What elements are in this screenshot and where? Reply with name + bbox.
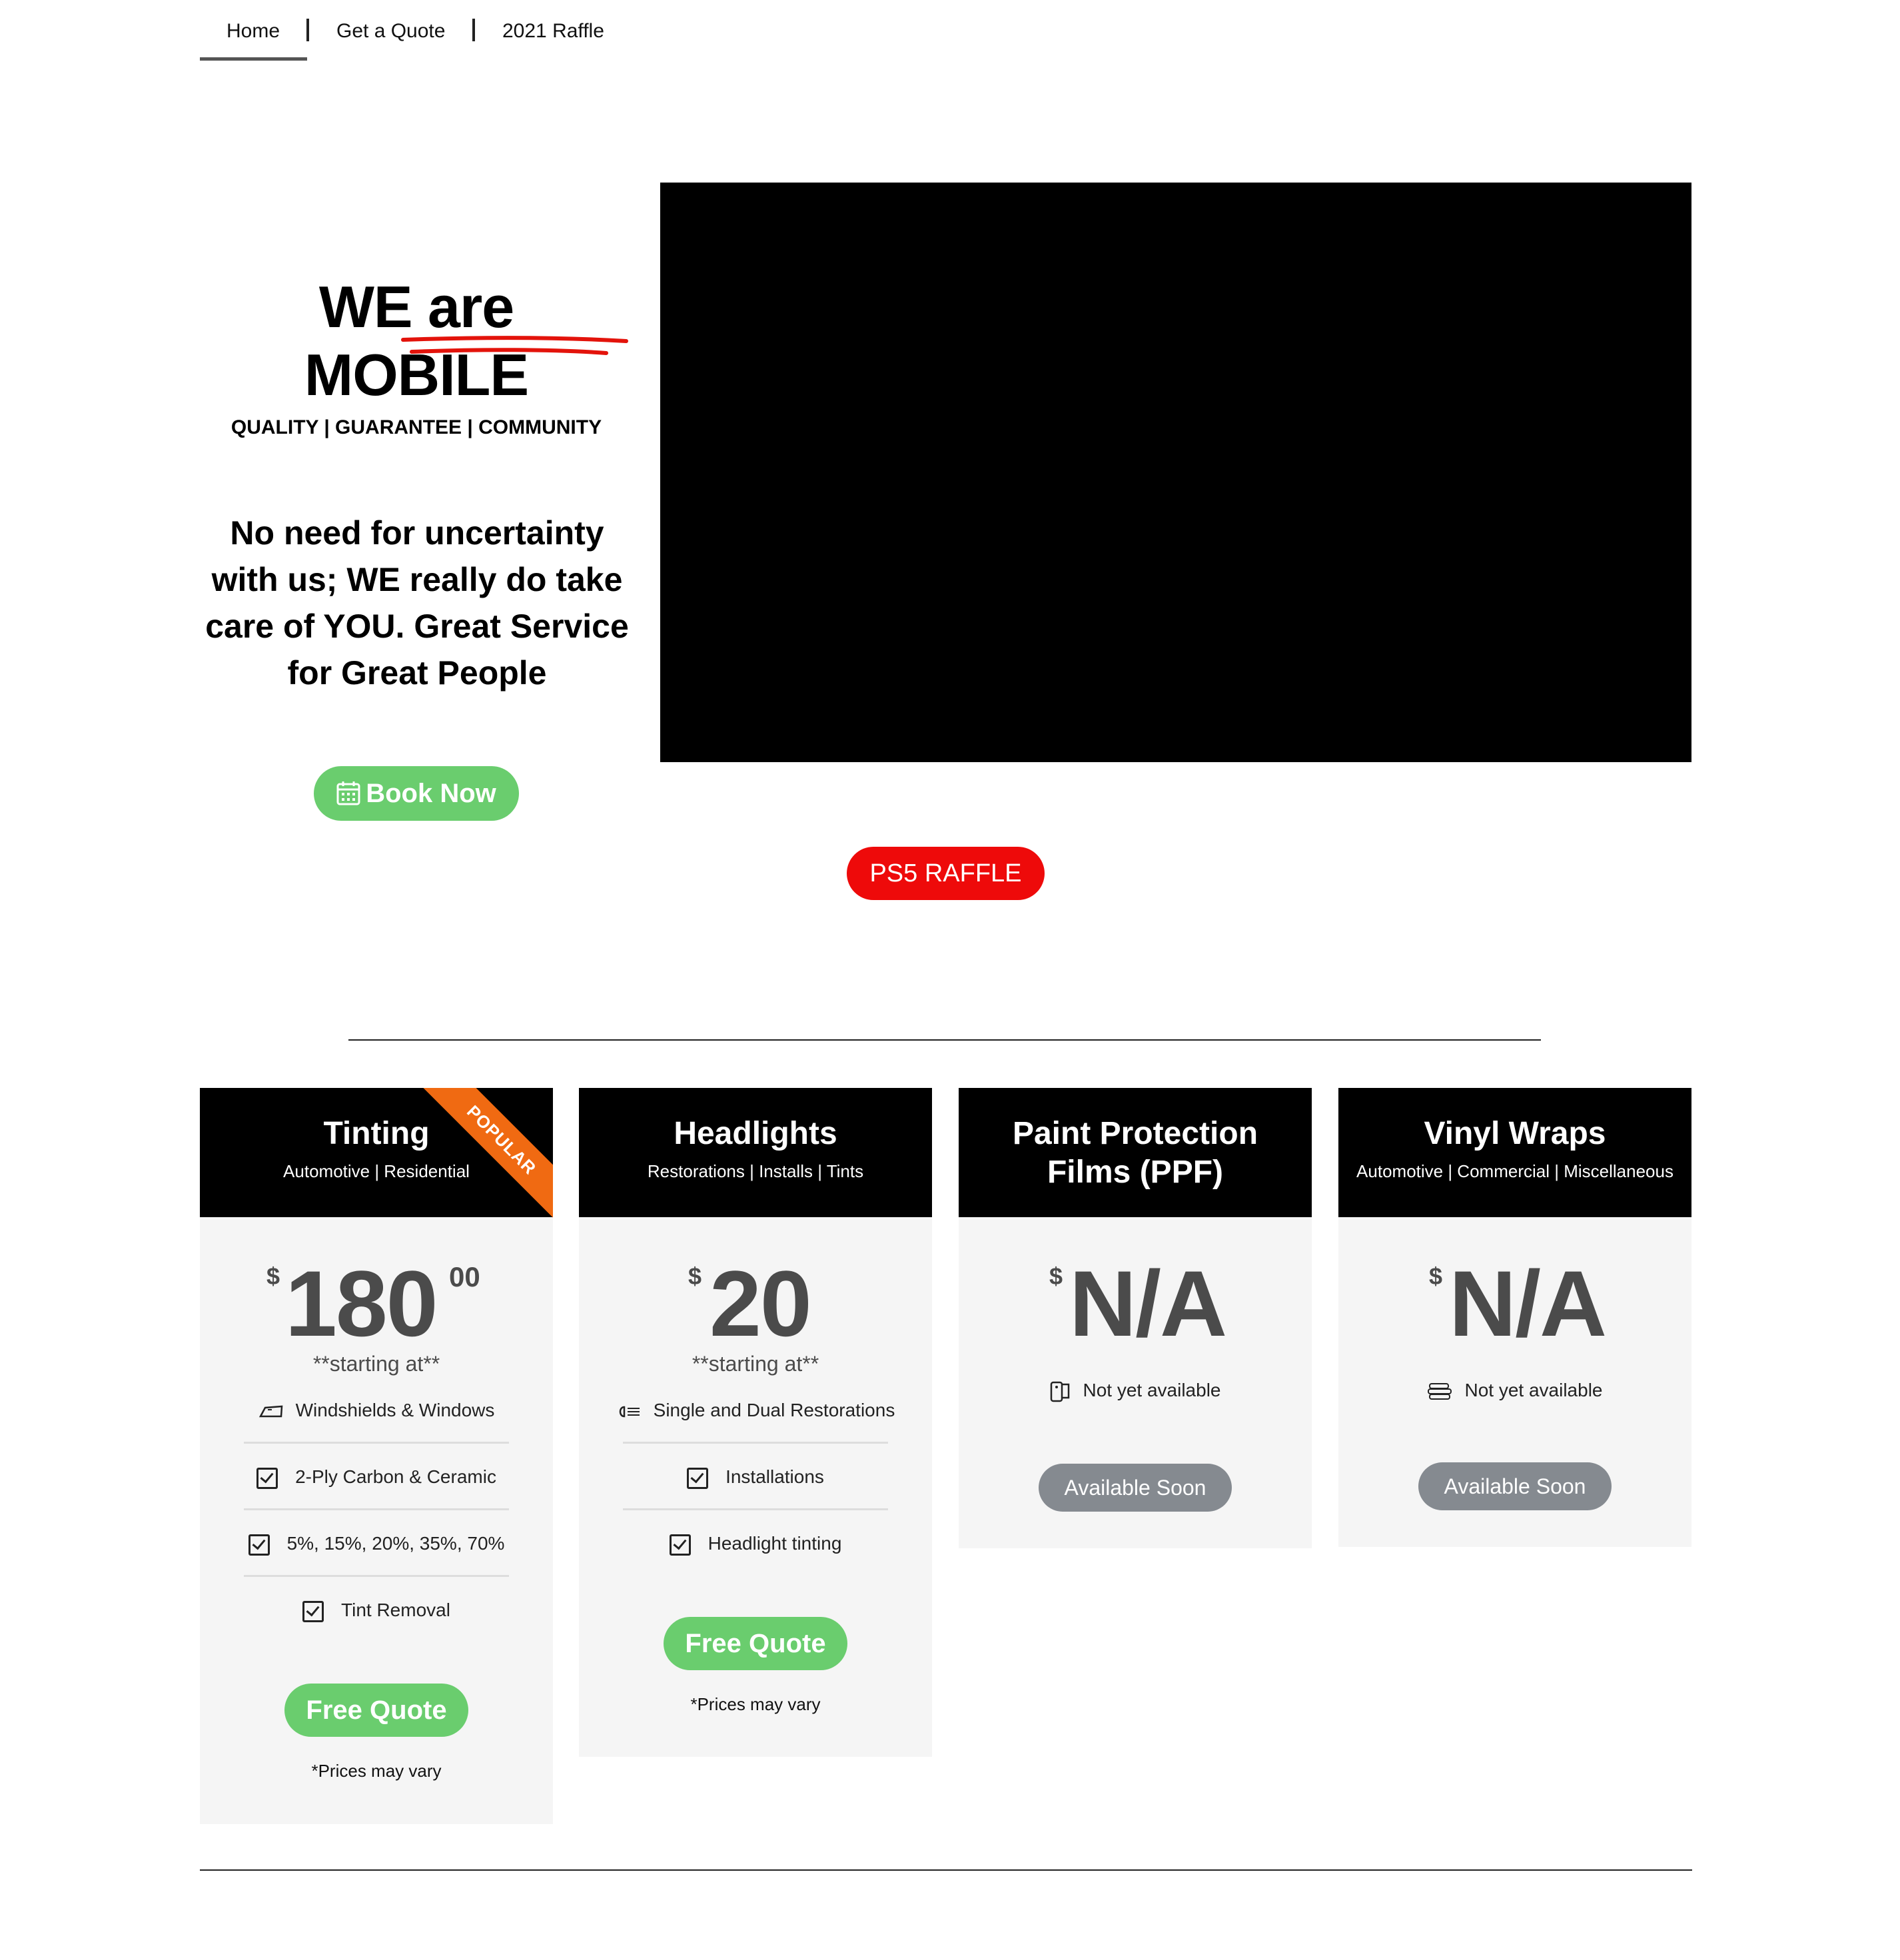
checkbox-icon (302, 1600, 324, 1622)
card-header: Vinyl Wraps Automotive | Commercial | Mi… (1338, 1088, 1691, 1217)
pricing-card-headlights: Headlights Restorations | Installs | Tin… (579, 1088, 932, 1757)
price-block: $ 180 00 **starting at** (200, 1257, 553, 1377)
price-amount: N/A (1449, 1251, 1607, 1356)
card-header: Tinting Automotive | Residential POPULAR (200, 1088, 553, 1222)
nav-separator (306, 19, 309, 41)
calendar-icon (336, 781, 360, 805)
book-now-label: Book Now (366, 779, 496, 808)
card-title: Paint Protection Films (PPF) (1012, 1116, 1258, 1190)
nav-separator (472, 19, 475, 41)
feature-label: Installations (725, 1466, 824, 1487)
feature-item: 5%, 15%, 20%, 35%, 70% (200, 1510, 553, 1577)
feature-item: Installations (579, 1444, 932, 1510)
ps5-raffle-button[interactable]: PS5 RAFFLE (847, 847, 1045, 900)
nav-home-link[interactable]: Home (227, 20, 280, 43)
feature-item: Tint Removal (200, 1577, 553, 1644)
pricing-card-tinting: Tinting Automotive | Residential POPULAR… (200, 1088, 553, 1824)
price-currency: $ (1049, 1262, 1063, 1290)
feature-label: Tint Removal (341, 1600, 450, 1620)
feature-label: Windshields & Windows (295, 1400, 495, 1420)
free-quote-button[interactable]: Free Quote (284, 1684, 468, 1737)
price-currency: $ (1429, 1262, 1443, 1290)
film-roll-icon (1051, 1381, 1070, 1402)
price-amount: 180 (285, 1251, 438, 1356)
section-divider (348, 1039, 1541, 1041)
card-header: Headlights Restorations | Installs | Tin… (579, 1088, 932, 1217)
headlight-icon (619, 1406, 640, 1417)
feature-item: Not yet available (1338, 1357, 1691, 1424)
hero-subtitle: QUALITY | GUARANTEE | COMMUNITY (231, 416, 602, 438)
feature-item: 2-Ply Carbon & Ceramic (200, 1444, 553, 1510)
price-block: $ N/A (959, 1257, 1312, 1357)
prices-footnote: *Prices may vary (690, 1694, 821, 1714)
price-amount: N/A (1069, 1251, 1227, 1356)
available-soon-button[interactable]: Available Soon (1418, 1462, 1612, 1510)
video-player[interactable] (660, 183, 1691, 762)
price-block: $ N/A (1338, 1257, 1691, 1357)
prices-footnote: *Prices may vary (311, 1761, 442, 1781)
windshield-icon (258, 1405, 282, 1417)
nav-active-indicator (200, 57, 307, 61)
card-tagline: Automotive | Commercial | Miscellaneous (1356, 1161, 1673, 1181)
book-now-button[interactable]: Book Now (314, 766, 519, 821)
footer-divider (200, 1869, 1692, 1871)
feature-item: Windshields & Windows (200, 1377, 553, 1444)
feature-label: Headlight tinting (708, 1533, 842, 1554)
price-note: **starting at** (312, 1352, 440, 1376)
checkbox-icon (248, 1534, 270, 1556)
feature-label: 5%, 15%, 20%, 35%, 70% (286, 1533, 505, 1554)
price-note: **starting at** (692, 1352, 819, 1376)
card-title: Vinyl Wraps (1424, 1116, 1606, 1151)
feature-label: Single and Dual Restorations (653, 1400, 895, 1420)
feature-item: Not yet available (959, 1357, 1312, 1424)
hero-description: No need for uncertainty with us; WE real… (205, 514, 629, 692)
feature-label: 2-Ply Carbon & Ceramic (295, 1466, 496, 1487)
feature-label: Not yet available (1464, 1380, 1603, 1400)
price-amount: 20 (710, 1251, 812, 1356)
feature-item: Single and Dual Restorations (579, 1377, 932, 1444)
feature-label: Not yet available (1083, 1380, 1221, 1400)
card-header: Paint Protection Films (PPF) (959, 1088, 1312, 1217)
price-block: $ 20 **starting at** (579, 1257, 932, 1377)
pricing-card-ppf: Paint Protection Films (PPF) $ N/A Not y… (959, 1088, 1312, 1548)
checkbox-icon (687, 1467, 709, 1489)
checkbox-icon (669, 1534, 691, 1556)
card-title: Headlights (674, 1116, 837, 1151)
card-tagline: Restorations | Installs | Tints (647, 1161, 864, 1181)
scribble-underline (401, 336, 628, 355)
price-cents: 00 (449, 1261, 480, 1292)
checkbox-icon (256, 1467, 278, 1489)
price-currency: $ (688, 1262, 702, 1290)
vinyl-rolls-icon (1428, 1382, 1452, 1400)
pricing-card-vinyl-wraps: Vinyl Wraps Automotive | Commercial | Mi… (1338, 1088, 1691, 1547)
hero-title-prefix: WE are (318, 274, 514, 340)
price-currency: $ (266, 1262, 280, 1290)
free-quote-button[interactable]: Free Quote (664, 1617, 847, 1670)
feature-item: Headlight tinting (579, 1510, 932, 1577)
popular-ribbon: POPULAR (420, 1088, 553, 1222)
nav-raffle-link[interactable]: 2021 Raffle (502, 20, 604, 43)
nav-get-quote-link[interactable]: Get a Quote (336, 20, 445, 43)
available-soon-button[interactable]: Available Soon (1039, 1464, 1232, 1512)
